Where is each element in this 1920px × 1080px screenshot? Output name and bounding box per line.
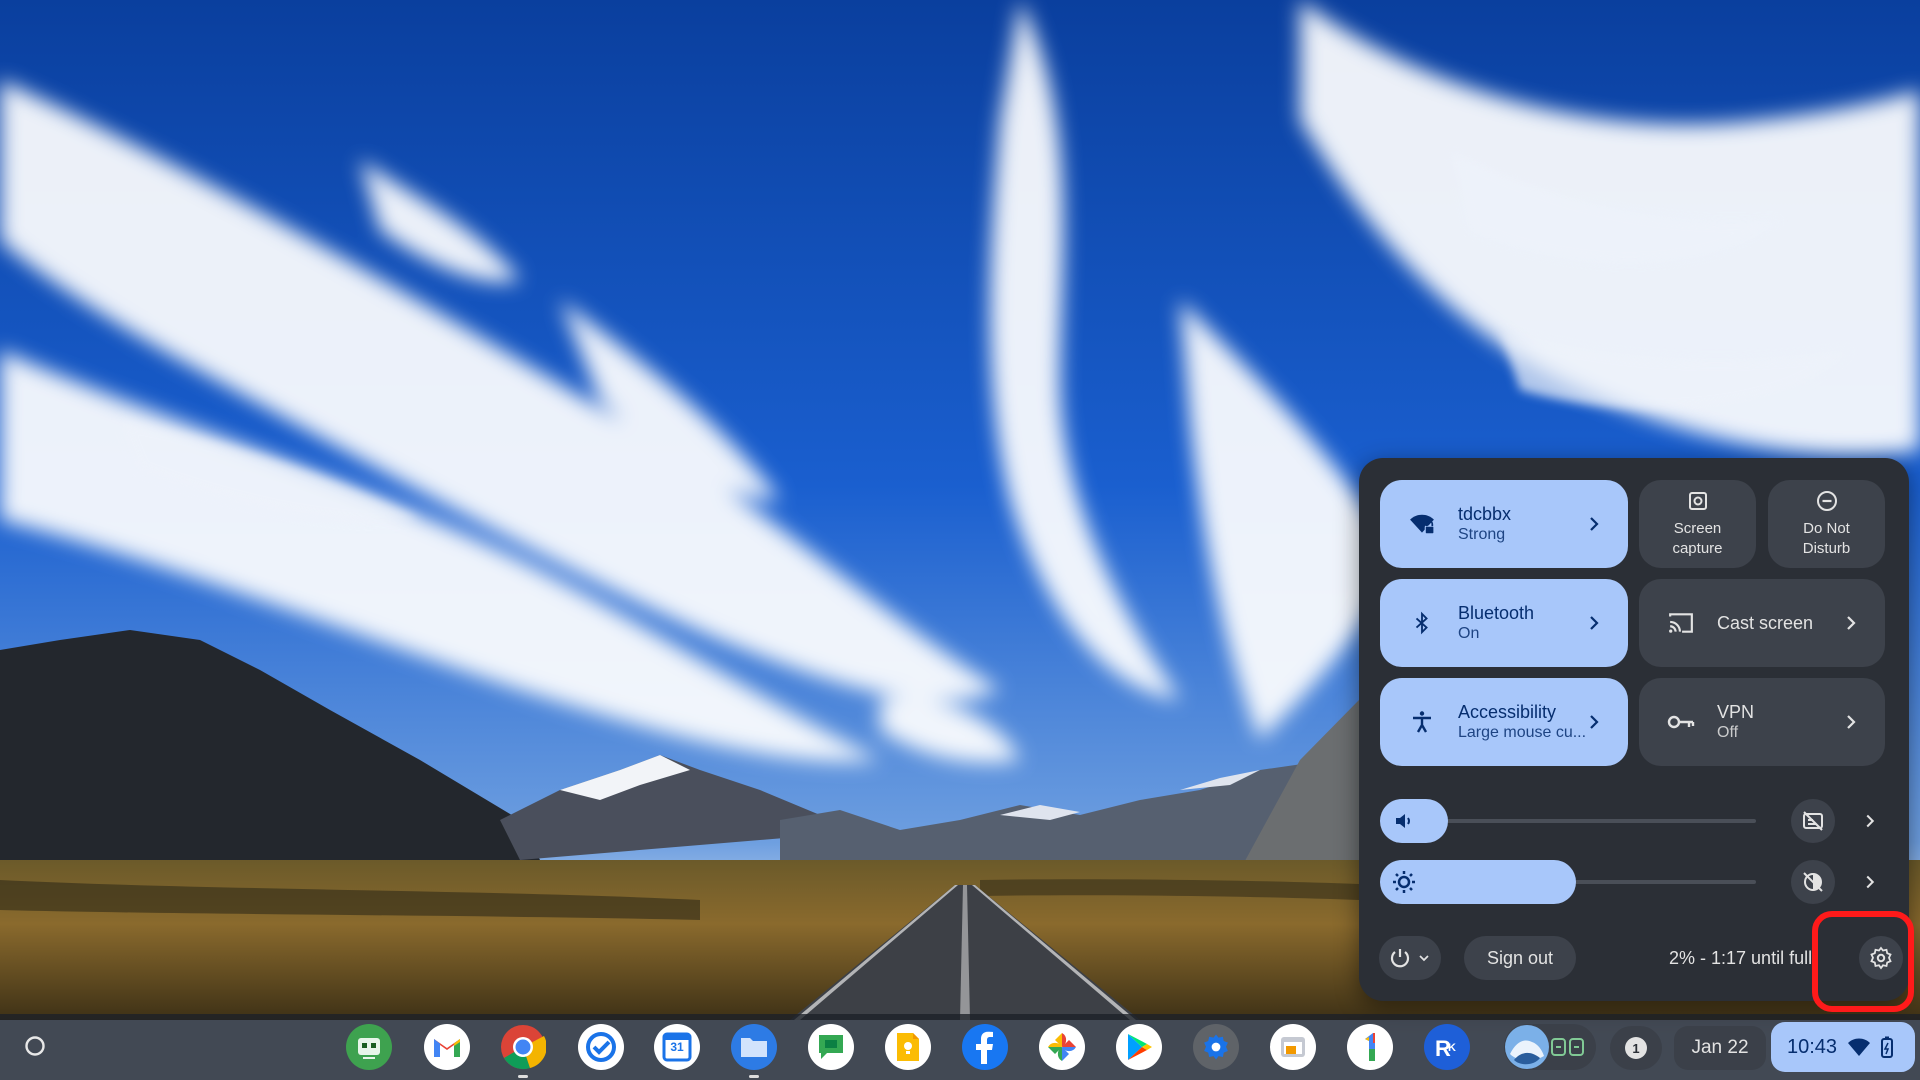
- app-rk-icon: RK: [1435, 1036, 1456, 1061]
- wifi-lock-icon: [1408, 510, 1436, 538]
- network-name: tdcbbx: [1458, 503, 1512, 524]
- running-indicator: [749, 1075, 759, 1078]
- app-play-store[interactable]: [1116, 1024, 1162, 1070]
- app-chat[interactable]: [808, 1024, 854, 1070]
- dnd-label-2: Disturb: [1802, 540, 1851, 557]
- brightness-slider[interactable]: [1380, 860, 1576, 904]
- status-area-button[interactable]: 10:43: [1771, 1022, 1915, 1072]
- accessibility-icon: [1408, 708, 1436, 736]
- screen-capture-label-1: Screen: [1673, 519, 1722, 537]
- chrome-icon: [501, 1025, 546, 1070]
- brightness-icon: [1393, 871, 1415, 893]
- power-icon: [1390, 949, 1410, 968]
- launcher-button[interactable]: [13, 1024, 57, 1068]
- battery-charging-icon: [1881, 1036, 1894, 1058]
- vpn-key-icon: [1667, 708, 1695, 736]
- wifi-icon: [1848, 1038, 1871, 1056]
- clock-time: 10:43: [1787, 1035, 1838, 1058]
- accessibility-tile[interactable]: Accessibility Large mouse cu...: [1380, 678, 1628, 766]
- app-files[interactable]: [731, 1024, 777, 1078]
- bluetooth-status: On: [1458, 625, 1480, 643]
- tasks-icon: [586, 1032, 616, 1062]
- app-window-icon: [1281, 1037, 1305, 1057]
- running-indicator: [518, 1075, 528, 1078]
- night-light-off-icon: [1803, 872, 1823, 892]
- night-light-toggle[interactable]: [1791, 860, 1835, 904]
- accessibility-status: Large mouse cu...: [1458, 724, 1587, 742]
- dnd-label-1: Do Not: [1803, 519, 1850, 537]
- chevron-down-icon: [1419, 955, 1429, 962]
- chevron-right-icon: [1590, 616, 1599, 630]
- app-calendar[interactable]: 31: [654, 1024, 700, 1070]
- audio-settings-chevron-icon[interactable]: [1859, 810, 1881, 832]
- chevron-right-icon: [1590, 715, 1599, 729]
- live-caption-toggle[interactable]: [1791, 799, 1835, 843]
- keep-icon: [897, 1033, 919, 1061]
- text-editor-icon: [358, 1038, 380, 1059]
- app-photos[interactable]: [1039, 1024, 1085, 1070]
- vpn-tile[interactable]: VPN Off: [1639, 678, 1885, 766]
- play-store-icon: [1128, 1034, 1152, 1060]
- google-one-icon: [1365, 1033, 1375, 1061]
- notification-center-button[interactable]: 1: [1610, 1026, 1662, 1070]
- svg-text:K: K: [1448, 1042, 1456, 1054]
- desk-indicator-icon: [1551, 1038, 1584, 1056]
- calendar-day-badge: 31: [670, 1040, 684, 1054]
- volume-icon: [1396, 814, 1410, 828]
- app-text-editor[interactable]: [346, 1024, 392, 1070]
- account-avatar: [1505, 1025, 1549, 1069]
- bluetooth-icon: [1408, 609, 1436, 637]
- vpn-status: Off: [1717, 724, 1739, 742]
- display-settings-chevron-icon[interactable]: [1859, 871, 1881, 893]
- photos-icon: [1048, 1033, 1076, 1061]
- live-caption-off-icon: [1803, 811, 1823, 831]
- date-tray-button[interactable]: Jan 22: [1674, 1026, 1766, 1070]
- cast-screen-label: Cast screen: [1717, 612, 1814, 633]
- facebook-icon: [976, 1031, 993, 1064]
- app-tasks[interactable]: [578, 1024, 624, 1070]
- shelf: 31 RK 1 Jan 22 10:43: [0, 1014, 1920, 1080]
- settings-highlight-box: [1812, 911, 1914, 1012]
- chevron-right-icon: [1590, 517, 1599, 531]
- notification-count-badge: 1: [1625, 1037, 1647, 1059]
- desk-switcher-pod[interactable]: [1504, 1024, 1596, 1070]
- vpn-label: VPN: [1717, 701, 1755, 722]
- app-window[interactable]: [1270, 1024, 1316, 1070]
- launcher-circle-icon: [25, 1036, 45, 1056]
- network-strength: Strong: [1458, 526, 1506, 544]
- app-settings[interactable]: [1193, 1024, 1239, 1070]
- cast-screen-tile[interactable]: Cast screen: [1639, 579, 1885, 667]
- do-not-disturb-icon: [1816, 490, 1837, 511]
- network-tile[interactable]: tdcbbx Strong: [1380, 480, 1628, 568]
- accessibility-label: Accessibility: [1458, 701, 1557, 722]
- chat-icon: [819, 1035, 843, 1059]
- app-rk[interactable]: RK: [1424, 1024, 1470, 1070]
- power-menu-button[interactable]: [1379, 936, 1441, 980]
- settings-gear-icon: [1204, 1034, 1228, 1060]
- screen-capture-tile[interactable]: Screen capture: [1639, 480, 1756, 568]
- folder-icon: [741, 1038, 767, 1057]
- bluetooth-label: Bluetooth: [1458, 602, 1535, 623]
- do-not-disturb-tile[interactable]: Do Not Disturb: [1768, 480, 1885, 568]
- app-facebook[interactable]: [962, 1024, 1008, 1070]
- cast-icon: [1667, 609, 1695, 637]
- chevron-right-icon: [1847, 616, 1856, 630]
- gmail-icon: [434, 1039, 460, 1057]
- chevron-right-icon: [1847, 715, 1856, 729]
- sign-out-button[interactable]: Sign out: [1464, 936, 1576, 980]
- app-keep[interactable]: [885, 1024, 931, 1070]
- battery-status-text: 2% - 1:17 until full: [1669, 948, 1813, 968]
- bluetooth-tile[interactable]: Bluetooth On: [1380, 579, 1628, 667]
- volume-slider[interactable]: [1380, 799, 1448, 843]
- app-chrome[interactable]: [500, 1024, 546, 1078]
- screen-capture-label-2: capture: [1672, 540, 1723, 557]
- app-gmail[interactable]: [424, 1024, 470, 1070]
- screen-capture-icon: [1688, 491, 1707, 510]
- app-google-one[interactable]: [1347, 1024, 1393, 1070]
